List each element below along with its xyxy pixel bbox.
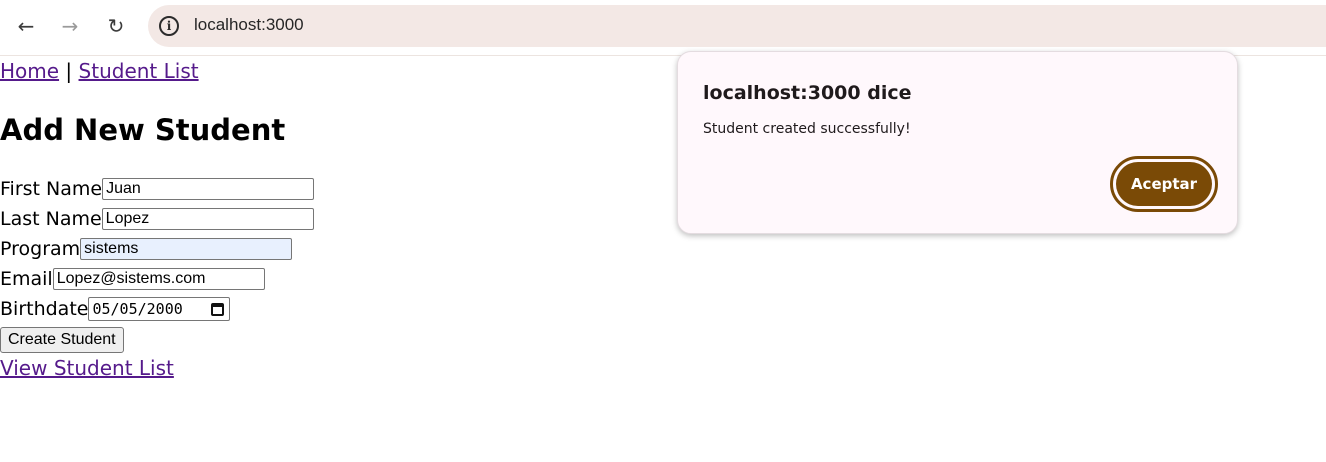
create-student-button[interactable]: Create Student xyxy=(0,327,124,353)
calendar-icon[interactable] xyxy=(211,302,225,316)
browser-toolbar: ← → ↻ i localhost:3000 xyxy=(0,0,1326,56)
nav-separator: | xyxy=(65,59,73,83)
dialog-message: Student created successfully! xyxy=(703,121,911,137)
accept-button[interactable]: Aceptar xyxy=(1116,162,1212,206)
view-list-wrapper: View Student List xyxy=(0,356,174,380)
birthdate-row: Birthdate 05/05/2000 xyxy=(0,295,231,323)
first-name-input[interactable] xyxy=(102,178,315,200)
program-row: Program xyxy=(0,235,293,263)
email-label: Email xyxy=(0,268,53,290)
birthdate-input[interactable]: 05/05/2000 xyxy=(88,297,231,321)
home-link[interactable]: Home xyxy=(0,59,59,83)
back-arrow-icon[interactable]: ← xyxy=(12,12,40,40)
view-student-list-link[interactable]: View Student List xyxy=(0,356,174,380)
first-name-label: First Name xyxy=(0,178,103,200)
accept-button-focus-ring: Aceptar xyxy=(1110,156,1218,212)
birthdate-value: 05/05/2000 xyxy=(92,300,183,318)
last-name-input[interactable] xyxy=(101,208,314,230)
student-list-link[interactable]: Student List xyxy=(79,59,199,83)
program-label: Program xyxy=(0,238,81,260)
last-name-label: Last Name xyxy=(0,208,102,230)
alert-dialog: localhost:3000 dice Student created succ… xyxy=(677,51,1238,234)
reload-icon[interactable]: ↻ xyxy=(102,12,130,40)
last-name-row: Last Name xyxy=(0,205,314,233)
address-url[interactable]: localhost:3000 xyxy=(194,15,304,35)
info-icon[interactable]: i xyxy=(159,16,179,36)
dialog-title: localhost:3000 dice xyxy=(703,82,912,104)
email-input[interactable] xyxy=(52,268,265,290)
birthdate-label: Birthdate xyxy=(0,298,89,320)
email-row: Email xyxy=(0,265,265,293)
page-title: Add New Student xyxy=(0,113,286,147)
address-bar[interactable]: i localhost:3000 xyxy=(148,5,1326,47)
first-name-row: First Name xyxy=(0,175,315,203)
top-nav: Home | Student List xyxy=(0,59,199,83)
program-input[interactable] xyxy=(80,238,293,260)
forward-arrow-icon[interactable]: → xyxy=(56,12,84,40)
